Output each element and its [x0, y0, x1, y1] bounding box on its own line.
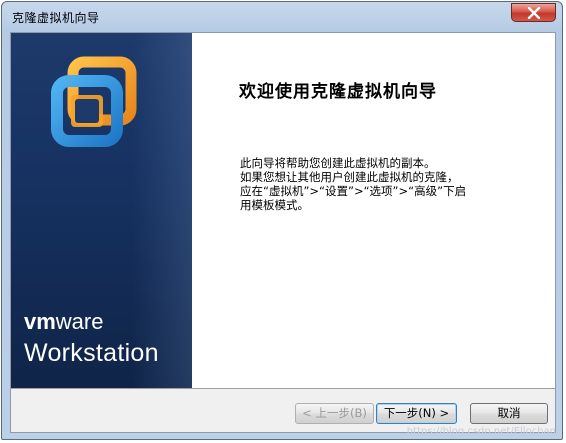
description-line: 用模板模式。 [240, 198, 309, 212]
wizard-client-area: vmware Workstation 欢迎使用克隆虚拟机向导 此向导将帮助您创建… [10, 32, 556, 433]
wizard-content: 欢迎使用克隆虚拟机向导 此向导将帮助您创建此虚拟机的副本。 如果您想让其他用户创… [192, 33, 555, 388]
description-line: 如果您想让其他用户创建此虚拟机的克隆， [240, 170, 459, 184]
back-button[interactable]: < 上一步(B) [295, 403, 374, 424]
close-button[interactable] [511, 3, 556, 22]
footer-divider [11, 388, 555, 389]
brand-ware: ware [55, 309, 104, 334]
close-icon [527, 7, 541, 19]
vmware-brand: vmware [24, 311, 103, 333]
watermark: https://blog.csdn.net/Ellochan [406, 426, 556, 437]
product-name: Workstation [24, 339, 159, 367]
cancel-button[interactable]: 取消 [470, 403, 548, 424]
description-line: 此向导将帮助您创建此虚拟机的副本。 [240, 156, 436, 170]
clone-vm-wizard-window: 克隆虚拟机向导 vmware Workstation 欢迎使用克隆虚拟机向导 此… [1, 1, 563, 440]
wizard-description: 此向导将帮助您创建此虚拟机的副本。 如果您想让其他用户创建此虚拟机的克隆， 应在… [240, 156, 510, 212]
vmware-workstation-logo-icon [51, 56, 137, 147]
title-bar[interactable]: 克隆虚拟机向导 [2, 2, 562, 32]
next-button[interactable]: 下一步(N) > [376, 403, 457, 424]
wizard-banner: vmware Workstation [11, 33, 192, 388]
description-line: 应在“虚拟机”>“设置”>“选项”>“高级”下启 [240, 184, 467, 198]
window-title: 克隆虚拟机向导 [12, 11, 100, 25]
wizard-heading: 欢迎使用克隆虚拟机向导 [239, 82, 437, 102]
brand-vm: vm [24, 309, 56, 334]
